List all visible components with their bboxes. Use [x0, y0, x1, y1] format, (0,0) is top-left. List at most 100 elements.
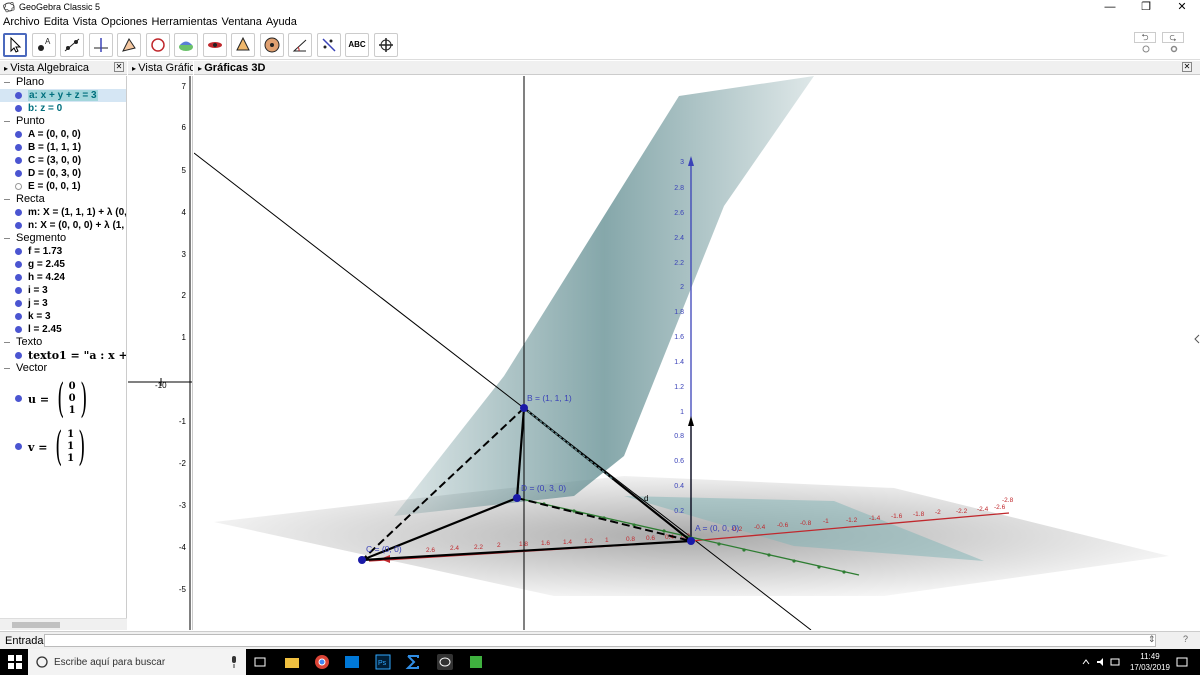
visibility-toggle[interactable] — [15, 443, 22, 450]
visibility-toggle[interactable] — [15, 131, 22, 138]
algebra-item-a[interactable]: a: x + y + z = 3 — [0, 89, 126, 102]
visibility-toggle[interactable] — [15, 261, 22, 268]
angle-tool-button[interactable] — [288, 32, 312, 57]
algebra-item-n[interactable]: n: X = (0, 0, 0) + λ (1, · — [0, 219, 126, 232]
visibility-toggle[interactable] — [15, 157, 22, 164]
perpendicular-tool-button[interactable] — [88, 32, 113, 57]
volume-icon[interactable] — [1096, 657, 1106, 667]
category-segmento[interactable]: Segmento — [0, 232, 126, 245]
geogebra-taskbar-icon[interactable] — [437, 654, 453, 670]
visibility-toggle[interactable] — [15, 352, 22, 359]
task-view-icon[interactable] — [252, 654, 268, 670]
input-history-icon[interactable]: ⇕ — [1148, 634, 1156, 645]
graphics-view-header[interactable]: ▸ Vista Gráfic — [128, 61, 193, 75]
visibility-toggle[interactable] — [15, 274, 22, 281]
visibility-toggle[interactable] — [15, 92, 22, 99]
visibility-toggle[interactable] — [15, 313, 22, 320]
redo-button[interactable]: ⮎ — [1162, 32, 1184, 43]
menu-ayuda[interactable]: Ayuda — [266, 16, 297, 28]
visibility-toggle[interactable] — [15, 144, 22, 151]
menu-opciones[interactable]: Opciones — [101, 16, 147, 28]
pyramid-tool-button[interactable] — [231, 32, 255, 57]
graphics-2d-canvas[interactable]: -10 7 6 5 4 3 2 1 -1 -2 -3 -4 -5 — [128, 76, 193, 630]
point-C[interactable] — [358, 556, 366, 564]
algebra-item-texto1[interactable]: texto1 = "a : x + — [0, 349, 126, 362]
tray-expand-icon[interactable] — [1082, 658, 1090, 666]
algebra-item-u[interactable]: u = (0 0 1) — [0, 375, 126, 423]
graphics-3d-header[interactable]: ▸ Gráficas 3D ✕ — [194, 61, 1200, 75]
menu-ventana[interactable]: Ventana — [222, 16, 262, 28]
graphics-view-3d[interactable]: 3 2.8 2.6 2.4 2.2 2 1.8 1.6 1.4 1.2 1 0.… — [194, 76, 1200, 630]
windows-start-icon[interactable] — [8, 655, 22, 669]
photoshop-icon[interactable]: Ps — [375, 654, 391, 670]
point-A[interactable] — [687, 537, 695, 545]
category-punto[interactable]: Punto — [0, 115, 126, 128]
text-tool-button[interactable]: ABC — [345, 32, 369, 57]
close-3d-view-icon[interactable]: ✕ — [1182, 62, 1192, 72]
category-recta[interactable]: Recta — [0, 193, 126, 206]
visibility-toggle[interactable] — [15, 300, 22, 307]
menu-edita[interactable]: Edita — [44, 16, 69, 28]
algebra-horizontal-scrollbar[interactable] — [0, 618, 127, 630]
algebra-view-header[interactable]: ▸ Vista Algebraica ✕ — [0, 61, 127, 75]
algebra-item-k[interactable]: k = 3 — [0, 310, 126, 323]
algebra-item-b[interactable]: b: z = 0 — [0, 102, 126, 115]
algebra-item-f[interactable]: f = 1.73 — [0, 245, 126, 258]
help-circle-icon[interactable] — [1142, 45, 1150, 53]
rotate-view-tool-button[interactable] — [373, 32, 398, 57]
visibility-toggle[interactable] — [15, 287, 22, 294]
intersect-surfaces-tool-button[interactable] — [174, 32, 198, 57]
polygon-tool-button[interactable] — [117, 32, 141, 57]
point-D[interactable] — [513, 494, 521, 502]
visibility-toggle[interactable] — [15, 248, 22, 255]
visibility-toggle[interactable] — [15, 326, 22, 333]
input-field[interactable] — [44, 634, 1156, 647]
graphics-3d-canvas[interactable]: 3 2.8 2.6 2.4 2.2 2 1.8 1.6 1.4 1.2 1 0.… — [194, 76, 1200, 630]
visibility-toggle[interactable] — [15, 105, 22, 112]
notifications-icon[interactable] — [1176, 656, 1188, 668]
close-algebra-view-icon[interactable]: ✕ — [114, 62, 124, 72]
input-help-icon[interactable]: ? — [1183, 634, 1188, 644]
algebra-item-m[interactable]: m: X = (1, 1, 1) + λ (0, — [0, 206, 126, 219]
circle-tool-button[interactable] — [145, 32, 170, 57]
menu-archivo[interactable]: Archivo — [3, 16, 40, 28]
algebra-item-E[interactable]: E = (0, 0, 1) — [0, 180, 126, 193]
category-texto[interactable]: Texto — [0, 336, 126, 349]
chrome-icon[interactable] — [314, 654, 330, 670]
algebra-item-h[interactable]: h = 4.24 — [0, 271, 126, 284]
sphere-tool-button[interactable] — [259, 32, 284, 57]
point-tool-button[interactable]: A — [31, 32, 56, 57]
algebra-item-i[interactable]: i = 3 — [0, 284, 126, 297]
algebra-item-D[interactable]: D = (0, 3, 0) — [0, 167, 126, 180]
minimize-button[interactable]: — — [1092, 0, 1128, 14]
point-B[interactable] — [520, 404, 528, 412]
plane-tool-button[interactable] — [202, 32, 227, 57]
graphics-view-2d[interactable]: -10 7 6 5 4 3 2 1 -1 -2 -3 -4 -5 — [128, 76, 193, 630]
restore-button[interactable]: ❐ — [1128, 0, 1164, 14]
side-panel-arrow-icon[interactable] — [1194, 334, 1200, 344]
line-tool-button[interactable] — [60, 32, 84, 57]
sigma-icon[interactable] — [405, 654, 421, 670]
algebra-item-l[interactable]: l = 2.45 — [0, 323, 126, 336]
visibility-toggle[interactable] — [15, 222, 22, 229]
close-window-button[interactable]: ✕ — [1164, 0, 1200, 14]
photos-icon[interactable] — [344, 654, 360, 670]
microphone-icon[interactable] — [230, 656, 238, 668]
green-app-icon[interactable] — [468, 654, 484, 670]
visibility-toggle[interactable] — [15, 209, 22, 216]
menu-vista[interactable]: Vista — [73, 16, 97, 28]
visibility-toggle[interactable] — [15, 395, 22, 402]
algebra-item-C[interactable]: C = (3, 0, 0) — [0, 154, 126, 167]
algebra-item-B[interactable]: B = (1, 1, 1) — [0, 141, 126, 154]
network-icon[interactable] — [1110, 657, 1120, 667]
taskbar-search-box[interactable]: Escribe aquí para buscar — [28, 649, 246, 675]
menu-herramientas[interactable]: Herramientas — [152, 16, 218, 28]
move-tool-button[interactable] — [3, 32, 27, 57]
reflect-tool-button[interactable] — [316, 32, 341, 57]
visibility-toggle[interactable] — [15, 170, 22, 177]
scrollbar-thumb[interactable] — [12, 622, 60, 628]
algebra-item-v[interactable]: v = (1 1 1) — [0, 423, 126, 471]
taskbar-clock[interactable]: 11:49 17/03/2019 — [1130, 651, 1170, 673]
undo-button[interactable]: ⮌ — [1134, 32, 1156, 43]
algebra-item-j[interactable]: j = 3 — [0, 297, 126, 310]
